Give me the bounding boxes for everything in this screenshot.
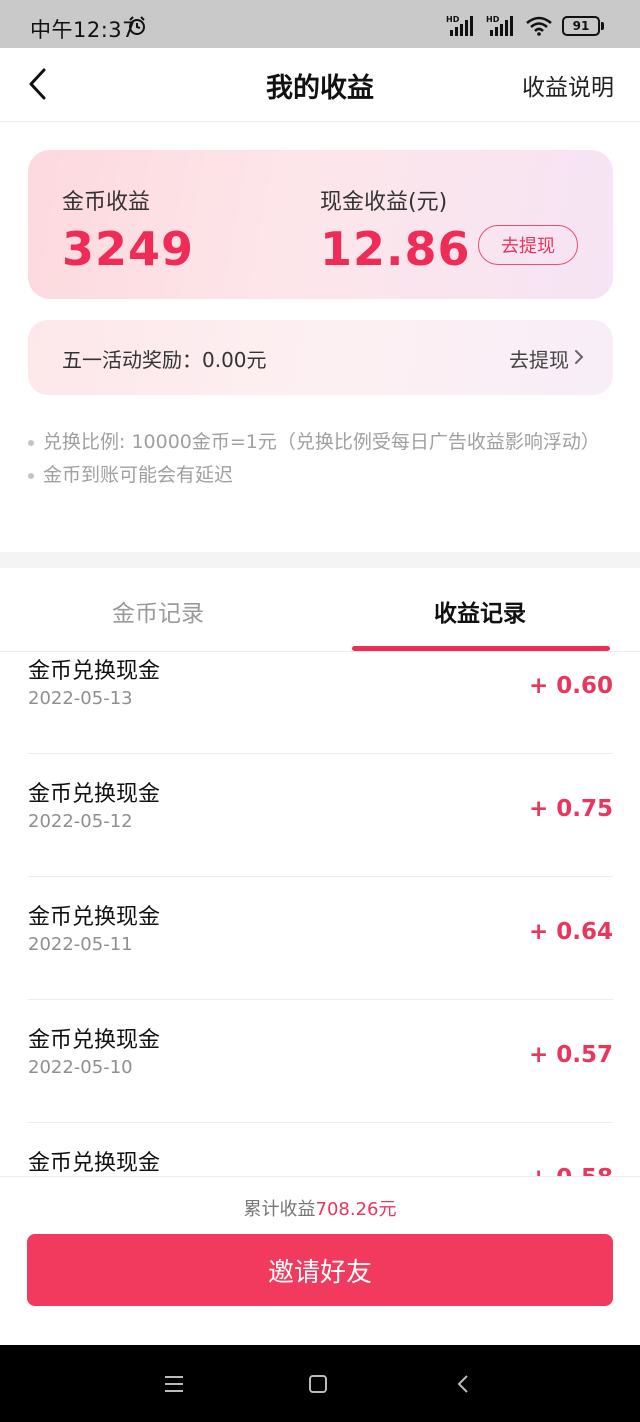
record-amount: + 0.57 — [528, 1042, 613, 1068]
list-item: 金币兑换现金 2022-05-10 + 0.57 — [28, 1000, 613, 1123]
back-nav-icon[interactable] — [453, 1373, 475, 1395]
system-nav-bar — [0, 1345, 640, 1422]
income-explain-link[interactable]: 收益说明 — [522, 68, 614, 102]
wifi-icon — [526, 16, 552, 36]
svg-text:HD: HD — [486, 15, 500, 24]
tab-coin-records[interactable]: 金币记录 — [112, 594, 204, 628]
cash-earnings-label: 现金收益(元) — [320, 190, 448, 215]
activity-reward-label: 五一活动奖励：0.00元 — [62, 348, 267, 372]
record-amount: + 0.64 — [528, 919, 613, 945]
record-date: 2022-05-12 — [28, 811, 133, 832]
coin-earnings-label: 金币收益 — [62, 190, 151, 215]
note-text: 兑换比例: 10000金币=1元（兑换比例受每日广告收益影响浮动） — [43, 431, 600, 453]
activity-withdraw-link[interactable]: 去提现 — [509, 344, 569, 373]
income-records-list[interactable]: 金币兑换现金 2022-05-13 + 0.60 金币兑换现金 2022-05-… — [0, 652, 640, 1176]
earnings-card: 金币收益 3249 现金收益(元) 12.86 去提现 — [28, 150, 613, 299]
menu-icon[interactable] — [163, 1373, 185, 1395]
list-item: 金币兑换现金 2022-05-13 + 0.60 — [28, 652, 613, 754]
notes-list: 兑换比例: 10000金币=1元（兑换比例受每日广告收益影响浮动） 金币到账可能… — [28, 426, 618, 492]
signal-icon: HD — [446, 15, 473, 36]
record-title: 金币兑换现金 — [28, 659, 161, 684]
note-item: 兑换比例: 10000金币=1元（兑换比例受每日广告收益影响浮动） — [28, 426, 618, 459]
record-amount: + 0.75 — [528, 796, 613, 822]
nav-bar: 我的收益 收益说明 — [0, 48, 640, 122]
section-divider — [0, 552, 640, 568]
record-title: 金币兑换现金 — [28, 782, 161, 807]
status-bar: 中午12:37 HD HD 91 — [0, 0, 640, 48]
record-date: 2022-05-11 — [28, 934, 133, 955]
record-title: 金币兑换现金 — [28, 905, 161, 930]
list-item: 金币兑换现金 + 0.58 — [28, 1123, 613, 1176]
record-title: 金币兑换现金 — [28, 1028, 161, 1053]
record-date: 2022-05-13 — [28, 688, 133, 709]
coin-earnings-value: 3249 — [62, 222, 195, 276]
signal-icon-2: HD — [486, 15, 513, 36]
invite-friends-button[interactable]: 邀请好友 — [27, 1234, 613, 1306]
battery-level: 91 — [562, 16, 600, 36]
active-tab-indicator — [352, 646, 610, 651]
bottom-bar: 累计收益708.26元 邀请好友 — [0, 1176, 640, 1345]
note-text: 金币到账可能会有延迟 — [43, 464, 234, 486]
record-title: 金币兑换现金 — [28, 1151, 161, 1176]
list-item: 金币兑换现金 2022-05-11 + 0.64 — [28, 877, 613, 1000]
note-item: 金币到账可能会有延迟 — [28, 459, 618, 492]
home-icon[interactable] — [307, 1373, 329, 1395]
activity-reward-bar[interactable]: 五一活动奖励：0.00元 去提现 — [28, 320, 613, 395]
total-earnings-value: 708.26元 — [315, 1199, 397, 1220]
record-amount: + 0.58 — [529, 1165, 613, 1176]
status-time: 中午12:37 — [30, 18, 137, 42]
bullet-icon — [28, 473, 34, 479]
alarm-icon — [129, 16, 145, 35]
cash-earnings-value: 12.86 — [320, 222, 471, 276]
record-tabs: 金币记录 收益记录 — [0, 568, 640, 652]
total-earnings: 累计收益708.26元 — [0, 1195, 640, 1221]
chevron-right-icon — [575, 350, 584, 364]
record-amount: + 0.60 — [528, 673, 613, 699]
record-date: 2022-05-10 — [28, 1057, 133, 1078]
tab-income-records[interactable]: 收益记录 — [434, 594, 526, 628]
list-item: 金币兑换现金 2022-05-12 + 0.75 — [28, 754, 613, 877]
battery-icon: 91 — [562, 16, 604, 36]
svg-text:HD: HD — [446, 15, 460, 24]
bullet-icon — [28, 440, 34, 446]
withdraw-button[interactable]: 去提现 — [478, 225, 578, 265]
total-earnings-label: 累计收益 — [243, 1199, 316, 1220]
